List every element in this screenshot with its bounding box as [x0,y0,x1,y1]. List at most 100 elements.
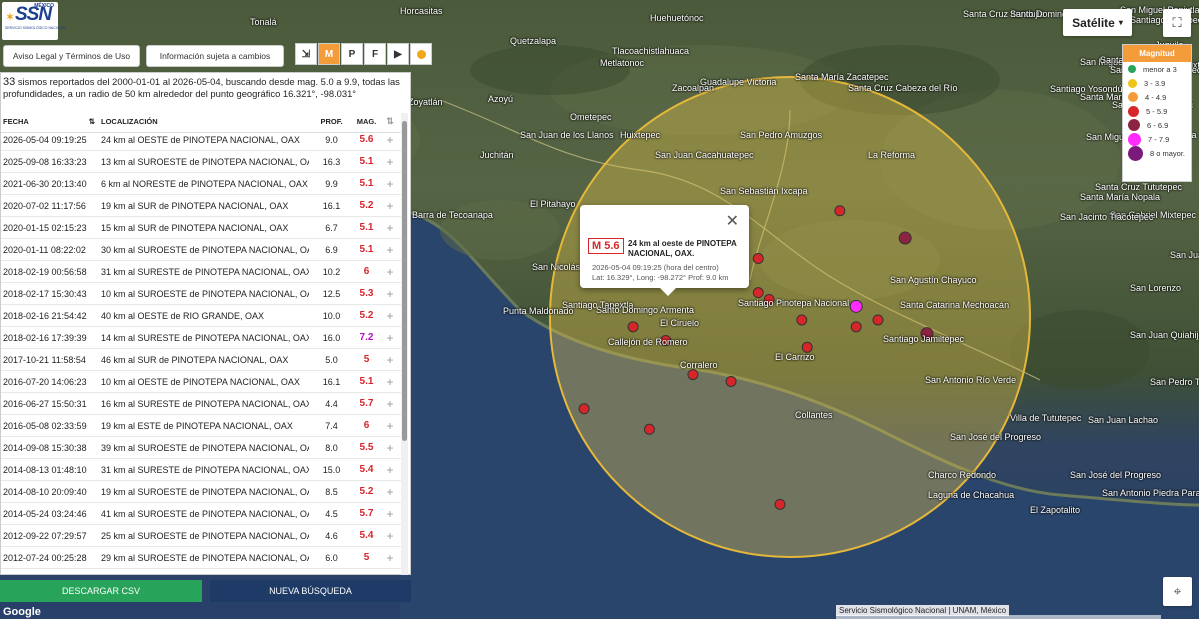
expand-row-icon[interactable]: + [379,155,401,169]
col-date[interactable]: FECHA ⇅ [1,117,101,126]
expand-row-icon[interactable]: + [379,507,401,521]
col-location[interactable]: LOCALIZACIÓN [101,117,309,126]
download-csv-button[interactable]: DESCARGAR CSV [0,580,202,602]
quake-marker[interactable] [872,314,884,326]
place-label: San Juan Lachao [1088,415,1159,425]
sort-icon: ⇅ [88,117,95,126]
row-magnitude: 5.5 [359,442,374,453]
table-row[interactable]: 2012-09-22 07:29:57 25 km al SUROESTE de … [1,525,401,547]
table-row[interactable]: 2018-02-19 00:56:58 31 km al SURESTE de P… [1,261,401,283]
legend-item: 4 - 4.9 [1123,90,1191,104]
table-row[interactable]: 2014-05-24 03:24:46 41 km al SUROESTE de … [1,503,401,525]
quake-marker[interactable] [627,321,639,333]
expand-row-icon[interactable]: + [379,221,401,235]
close-icon[interactable]: ✕ [726,211,739,231]
expand-row-icon[interactable]: + [379,133,401,147]
results-count: 33 [3,76,16,88]
quake-marker[interactable] [725,375,737,387]
expand-row-icon[interactable]: + [379,441,401,455]
mode-m-button[interactable]: M [318,43,340,65]
col-magnitude[interactable]: MAG. [354,117,379,126]
status-dot-icon [416,49,426,59]
table-row[interactable]: 2017-10-21 11:58:54 46 km al SUR de PINOT… [1,349,401,371]
row-date: 2012-07-24 00:25:28 [3,552,87,563]
table-row[interactable]: 2012-07-24 00:25:28 29 km al SUROESTE de … [1,547,401,569]
table-row[interactable]: 2020-01-11 08:22:02 30 km al SUROESTE de … [1,239,401,261]
quake-marker[interactable] [898,231,912,245]
fullscreen-button[interactable]: ⛶ [1163,9,1191,37]
table-row[interactable]: 2018-02-17 15:30:43 10 km al SUROESTE de … [1,283,401,305]
col-depth[interactable]: PROF. [309,117,354,126]
popup-tip [660,288,676,296]
quake-marker[interactable] [849,299,863,313]
row-magnitude: 5.7 [359,398,374,409]
legend-swatch [1128,92,1138,102]
expand-row-icon[interactable]: + [379,309,401,323]
table-row[interactable]: 2026-05-04 09:19:25 24 km al OESTE de PIN… [1,129,401,151]
row-location: 41 km al SUROESTE de PINOTEPA NACIONAL, … [101,508,309,519]
expand-row-icon[interactable]: + [379,265,401,279]
table-row[interactable]: 2016-05-08 02:33:59 19 km al ESTE de PINO… [1,415,401,437]
expand-row-icon[interactable]: + [379,463,401,477]
row-location: 24 km al OESTE de PINOTEPA NACIONAL, OAX [101,134,300,145]
legend-label: 8 o mayor. [1150,148,1186,158]
row-date: 2018-02-19 00:56:58 [3,266,87,277]
table-row[interactable]: 2014-09-08 15:30:38 39 km al SUROESTE de … [1,437,401,459]
quake-marker[interactable] [801,341,813,353]
status-button[interactable] [410,43,432,65]
place-label: Santa Catarina Mechoacán [900,300,1010,310]
expand-row-icon[interactable]: + [379,419,401,433]
legal-button[interactable]: Aviso Legal y Términos de Uso [3,45,140,67]
expand-row-icon[interactable]: + [379,331,401,345]
quake-marker[interactable] [834,205,846,217]
expand-row-icon[interactable]: + [379,485,401,499]
table-row[interactable]: 2014-08-10 20:09:40 19 km al SUROESTE de … [1,481,401,503]
place-label: Barra de Tecoanapa [412,210,493,220]
table-row[interactable]: 2016-07-20 14:06:23 10 km al OESTE de PIN… [1,371,401,393]
mode-f-button[interactable]: F [364,43,386,65]
expand-row-icon[interactable]: + [379,243,401,257]
new-search-button[interactable]: NUEVA BÚSQUEDA [210,580,411,602]
scrollbar[interactable] [401,113,408,575]
expand-row-icon[interactable]: + [379,397,401,411]
row-location: 46 km al SUR de PINOTEPA NACIONAL, OAX [101,354,289,365]
expand-row-icon[interactable]: + [379,199,401,213]
mode-p-button[interactable]: P [341,43,363,65]
quake-marker[interactable] [578,403,590,415]
place-label: Santa María Zacatepec [795,72,889,82]
table-row[interactable]: 2025-09-08 16:33:23 13 km al SUROESTE de … [1,151,401,173]
legend-item: 6 - 6.9 [1123,118,1191,132]
legend-swatch [1128,78,1137,88]
expand-row-icon[interactable]: + [379,551,401,565]
locate-button[interactable]: ⌖ [1163,577,1192,606]
row-magnitude: 5.6 [359,134,374,145]
quake-marker[interactable] [643,423,655,435]
quake-marker[interactable] [850,321,862,333]
table-row[interactable]: 2018-02-16 21:54:42 40 km al OESTE de RIO… [1,305,401,327]
table-row[interactable]: 2021-06-30 20:13:40 6 km al NORESTE de PI… [1,173,401,195]
info-button[interactable]: Información sujeta a cambios [146,45,284,67]
expand-row-icon[interactable]: + [379,177,401,191]
scrollbar-thumb[interactable] [402,121,407,441]
expand-row-icon[interactable]: + [379,375,401,389]
legend-label: 3 - 3.9 [1144,78,1166,88]
play-button[interactable]: ▶ [387,43,409,65]
expand-row-icon[interactable]: + [379,287,401,301]
table-row[interactable]: 2016-06-27 15:50:31 16 km al SURESTE de P… [1,393,401,415]
expand-row-icon[interactable]: + [379,353,401,367]
row-depth: 4.5 [325,508,338,519]
table-row[interactable]: 2014-08-13 01:48:10 31 km al SURESTE de P… [1,459,401,481]
ssn-logo[interactable]: ✶ SSN MÉXICO SERVICIO SISMOLÓGICO NACION… [2,2,66,40]
quake-marker[interactable] [796,314,808,326]
table-row[interactable]: 2018-02-16 17:39:39 14 km al SURESTE de P… [1,327,401,349]
collapse-button[interactable]: ⇲ [295,43,317,65]
expand-row-icon[interactable]: + [379,529,401,543]
table-row[interactable]: 2020-07-02 11:17:56 19 km al SUR de PINOT… [1,195,401,217]
quake-marker[interactable] [774,498,786,510]
quake-marker[interactable] [752,253,764,265]
quake-marker[interactable] [752,287,764,299]
quake-marker[interactable] [687,369,699,381]
map-type-select[interactable]: Satélite ▾ [1063,9,1132,36]
table-row[interactable]: 2020-01-15 02:15:23 15 km al SUR de PINOT… [1,217,401,239]
results-panel: 33 sismos reportados del 2000-01-01 al 2… [0,72,411,575]
